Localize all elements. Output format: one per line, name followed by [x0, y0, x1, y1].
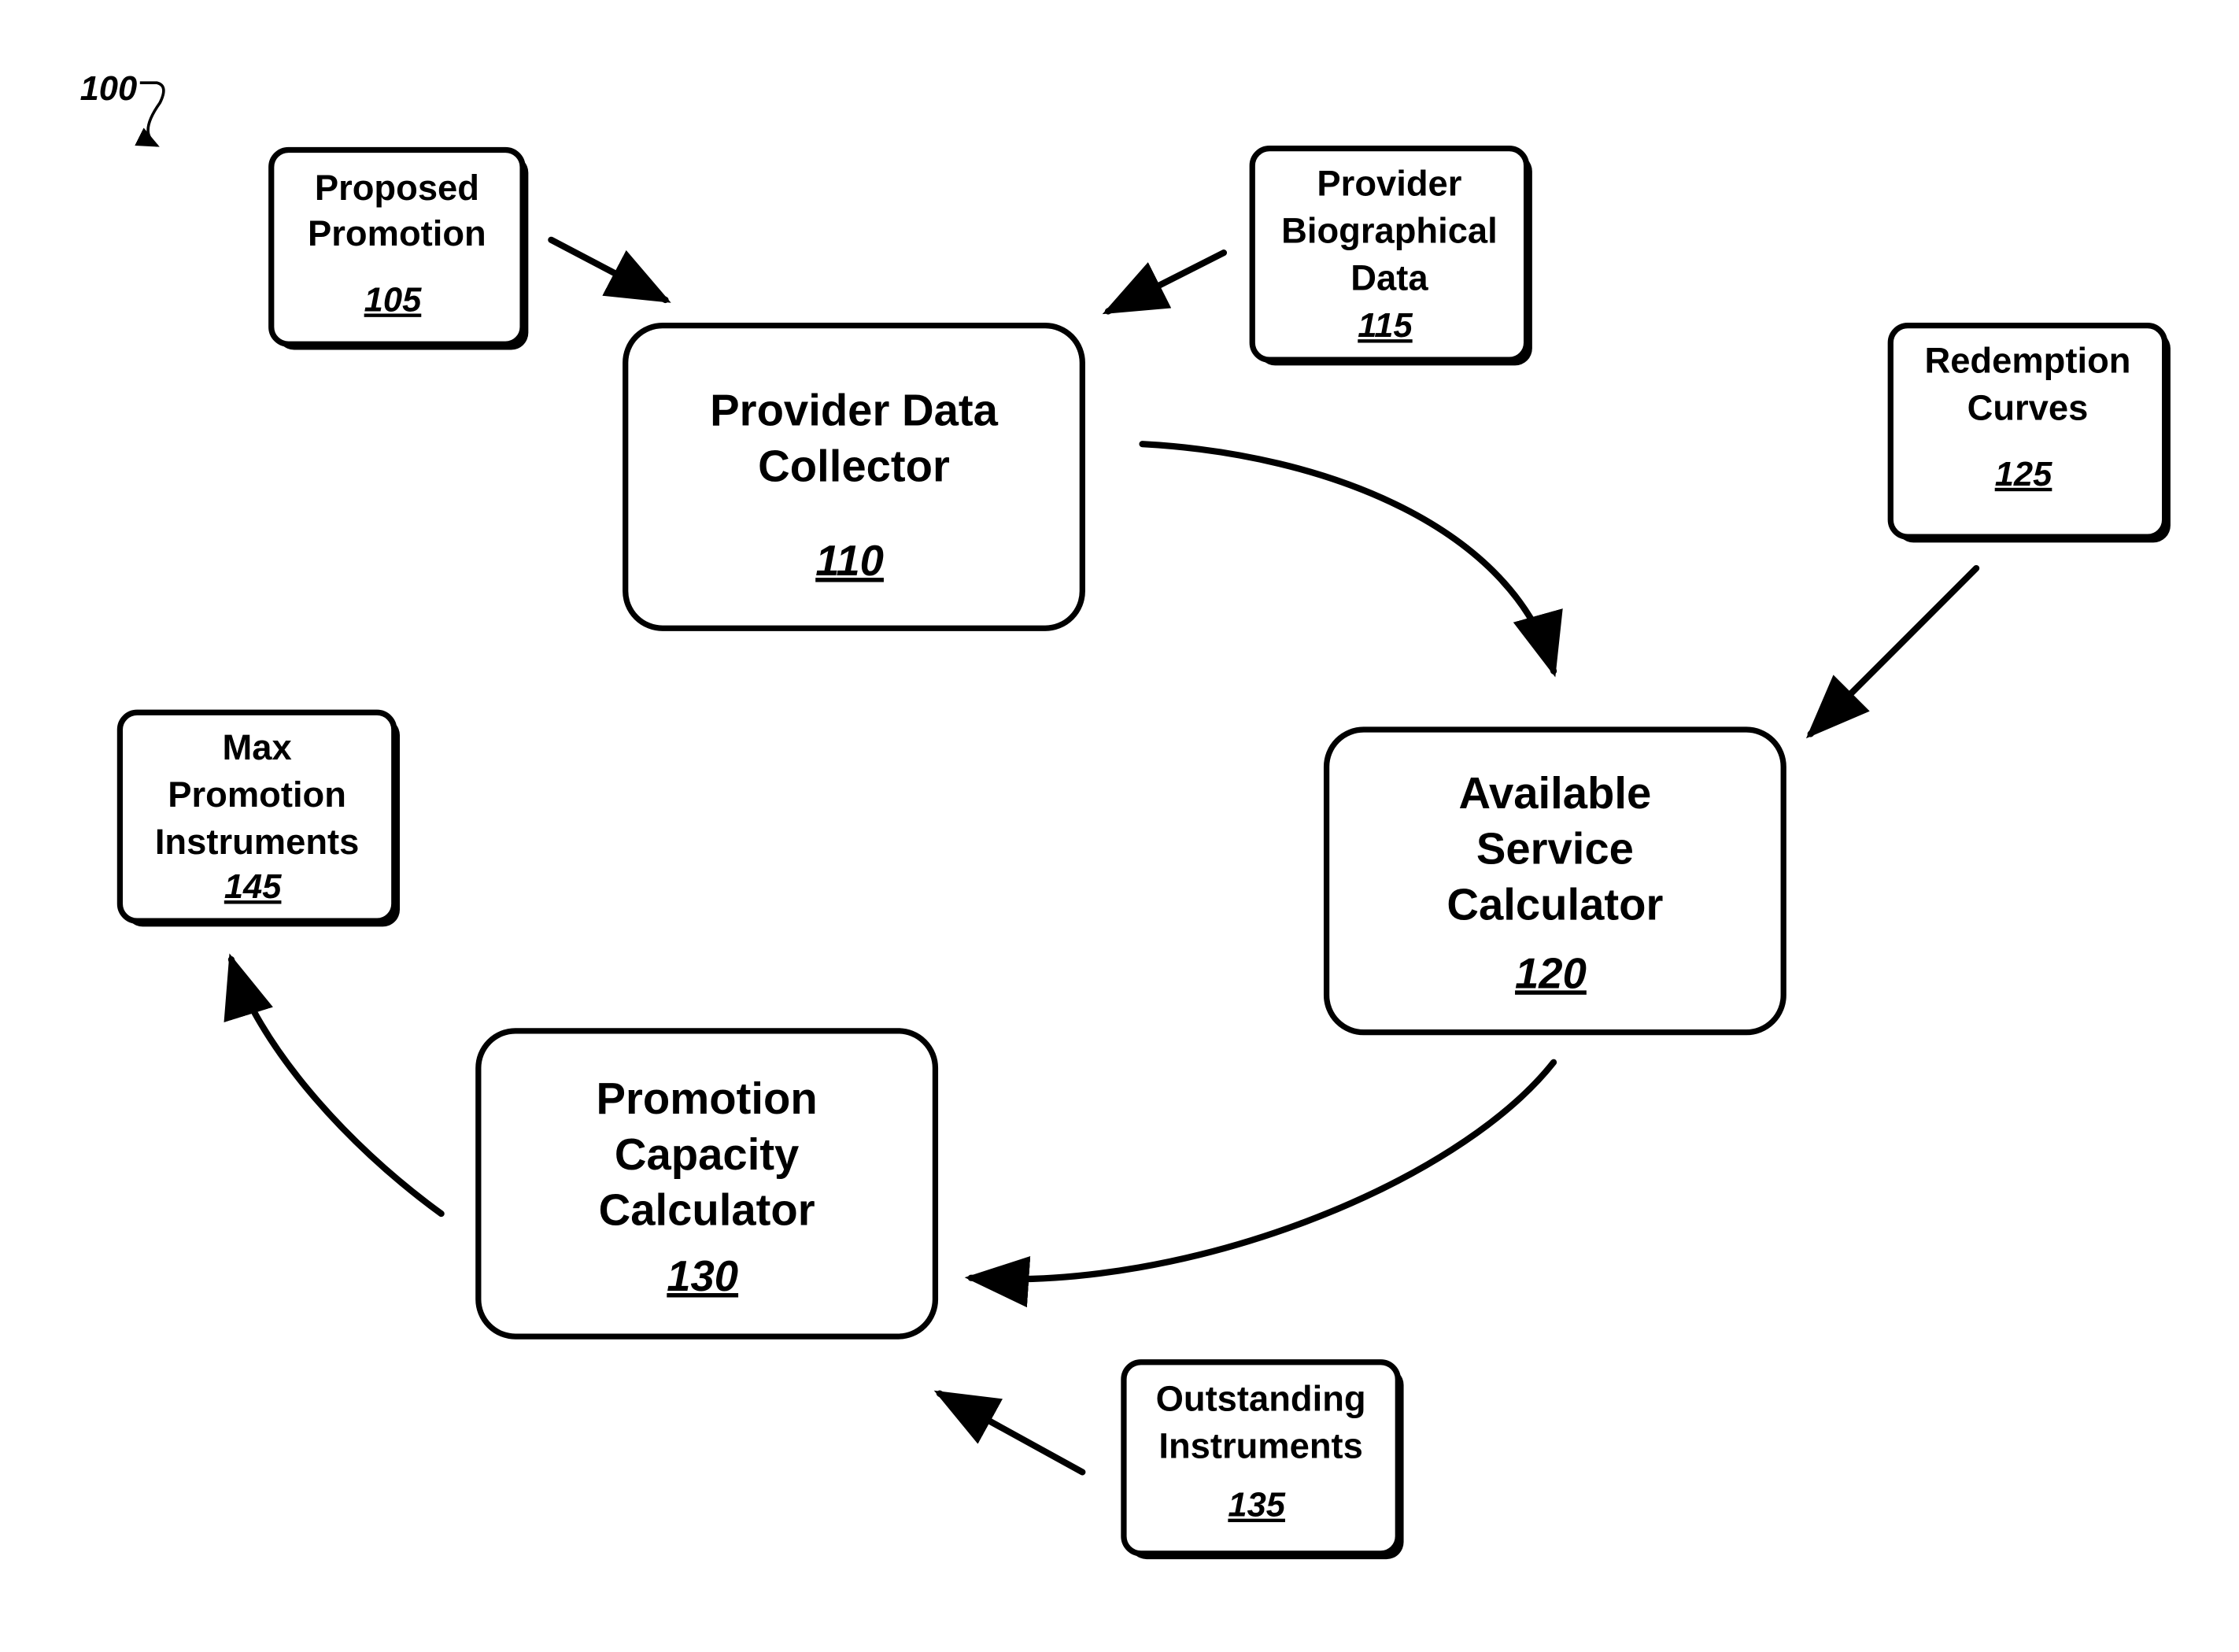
- figure-label: 100: [80, 70, 165, 147]
- figure-leader-icon: [135, 81, 165, 147]
- node-label-line: Provider: [1317, 164, 1461, 204]
- node-label-line: Proposed: [315, 168, 479, 208]
- node-label-line: Data: [1350, 257, 1428, 298]
- node-outstanding-instruments: Outstanding Instruments 135: [1121, 1359, 1404, 1560]
- node-label-line: Collector: [758, 441, 950, 490]
- reference-numeral: 130: [667, 1252, 738, 1300]
- arrow-110-to-120: [1139, 441, 1563, 678]
- node-provider-data-collector: Provider Data Collector 110: [623, 323, 1085, 631]
- node-label-line: Promotion: [597, 1074, 818, 1123]
- reference-numeral: 105: [364, 281, 422, 319]
- figure-number: 100: [80, 70, 138, 108]
- nodes: Proposed Promotion 105 Provider Data Collect…: [116, 146, 2171, 1560]
- node-label-line: Instruments: [1158, 1425, 1363, 1465]
- reference-numeral: 125: [1995, 456, 2052, 493]
- node-proposed-promotion: Proposed Promotion 105: [268, 146, 529, 350]
- arrow-115-to-110: [1102, 249, 1228, 315]
- node-label-line: Calculator: [599, 1185, 815, 1235]
- node-label-line: Outstanding: [1156, 1378, 1366, 1418]
- node-redemption-curves: Redemption Curves 125: [1887, 323, 2171, 543]
- arrow-135-to-130: [933, 1390, 1086, 1476]
- node-promotion-capacity-calculator: Promotion Capacity Calculator 130: [475, 1028, 939, 1340]
- node-label-line: Service: [1476, 824, 1634, 874]
- node-provider-biographical-data: Provider Biographical Data 115: [1249, 146, 1532, 366]
- reference-numeral: 135: [1228, 1487, 1285, 1524]
- node-max-promotion-instruments: Max Promotion Instruments 145: [116, 709, 401, 927]
- node-label-line: Max: [222, 727, 291, 767]
- node-label-line: Biographical: [1281, 210, 1498, 250]
- node-label-line: Calculator: [1446, 879, 1663, 929]
- node-label-line: Provider Data: [710, 386, 998, 435]
- node-label-line: Available: [1458, 768, 1651, 818]
- node-label-line: Capacity: [615, 1129, 799, 1179]
- arrow-105-to-110: [548, 236, 671, 304]
- node-label-line: Instruments: [155, 822, 360, 862]
- node-available-service-calculator: Available ServiceCalculator 120: [1323, 726, 1786, 1036]
- reference-numeral: 115: [1358, 307, 1413, 345]
- node-label-line: Promotion: [308, 213, 486, 253]
- arrow-120-to-130: [964, 1059, 1557, 1308]
- reference-numeral: 120: [1515, 949, 1587, 997]
- arrow-125-to-120: [1805, 564, 1980, 739]
- node-label-line: Redemption: [1924, 341, 2130, 381]
- node-label-line: Curves: [1967, 387, 2089, 427]
- node-label-line: Promotion: [168, 774, 346, 815]
- arrow-130-to-145: [224, 953, 445, 1218]
- reference-numeral: 145: [224, 868, 282, 906]
- system-diagram: 100 Proposed Promotion 105 Provider Data Col…: [80, 70, 2171, 1560]
- reference-numeral: 110: [815, 537, 884, 585]
